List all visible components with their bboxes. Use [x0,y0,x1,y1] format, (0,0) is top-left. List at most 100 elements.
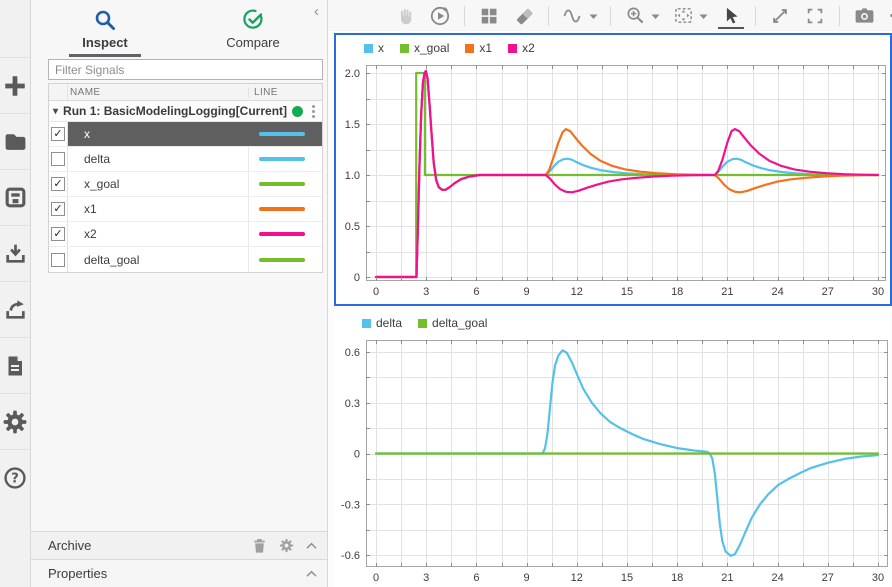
properties-collapse-button[interactable] [306,570,317,578]
signal-line-swatch [259,182,305,186]
snapshot-button[interactable] [851,3,877,29]
signal-table: NAME LINE ▾ Run 1: BasicModelingLogging[… [48,83,323,273]
legend-item[interactable]: x2 [508,41,535,55]
export-button[interactable] [0,281,30,337]
column-name: NAME [68,86,249,98]
help-button[interactable]: ? [0,449,30,505]
archive-settings-button[interactable] [279,538,294,553]
clear-subplot-button[interactable] [511,3,537,29]
layout-grid-icon [481,8,497,23]
x-tick-label: 30 [872,572,884,584]
tab-inspect-label: Inspect [82,34,128,50]
y-tick-label: -0.6 [341,550,360,562]
plot-settings-button[interactable] [886,3,892,29]
signal-checkbox[interactable] [49,247,68,272]
signal-line-cell[interactable] [249,172,322,196]
legend-item[interactable]: delta_goal [418,316,487,330]
fit-to-view-button[interactable] [670,3,696,29]
expand-button[interactable] [767,3,793,29]
filter-signals-input[interactable] [48,59,323,80]
signal-line-swatch [259,132,305,136]
tab-compare[interactable]: Compare [179,0,327,57]
signal-line-cell[interactable] [249,197,322,221]
caret-down-icon [589,14,598,19]
pointer-button[interactable] [718,3,744,29]
signal-line-cell[interactable] [249,247,322,272]
signal-row[interactable]: delta_goal [49,247,322,272]
y-tick-label: 0 [354,272,360,284]
collapse-sidebar-button[interactable]: ‹ [310,2,323,21]
x-tick-label: 15 [621,286,633,298]
legend-label: x1 [479,41,493,55]
y-tick-label: 1.0 [345,170,360,182]
signal-checkbox[interactable]: ✓ [49,222,68,246]
signal-row[interactable]: ✓ x1 [49,197,322,222]
signal-name: x2 [68,222,249,246]
legend-item[interactable]: delta [362,316,402,330]
run-menu-button[interactable] [307,104,319,118]
import-button[interactable] [0,225,30,281]
signals-menu-button[interactable] [560,3,586,29]
fit-menu-caret[interactable] [699,7,709,25]
signal-checkbox[interactable]: ✓ [49,172,68,196]
collapse-run-icon[interactable]: ▾ [53,106,58,117]
new-run-button[interactable] [0,57,30,113]
signal-name: delta_goal [68,247,249,272]
fullscreen-button[interactable] [802,3,828,29]
properties-section-header[interactable]: Properties [31,559,327,587]
subplot-1[interactable]: x x_goal x1 x2 0 3 6 9 12 15 18 21 24 27 30 0 0.5 1.0 1.5 2… [334,33,892,306]
legend-item[interactable]: x [364,41,384,55]
y-tick-label: 0.5 [345,221,360,233]
replay-button[interactable] [427,3,453,29]
legend-item[interactable]: x_goal [400,41,449,55]
signal-line-cell[interactable] [249,147,322,171]
eraser-icon [516,8,532,25]
signal-line-cell[interactable] [249,222,322,246]
chevron-up-icon [306,570,317,577]
x-tick-label: 27 [822,286,834,298]
archive-collapse-button[interactable] [306,542,317,550]
tab-inspect[interactable]: Inspect [31,0,179,57]
x-tick-label: 6 [473,286,479,298]
signal-row[interactable]: ✓ x_goal [49,172,322,197]
archive-delete-button[interactable] [252,538,267,554]
create-report-button[interactable] [0,337,30,393]
x-tick-label: 6 [473,572,479,584]
open-button[interactable] [0,113,30,169]
x-tick-label: 15 [621,572,633,584]
legend-swatch [364,43,373,53]
signal-row[interactable]: ✓ x2 [49,222,322,247]
signal-name: x [68,122,249,146]
y-tick-label: 0.3 [345,398,360,410]
x-tick-label: 21 [721,572,733,584]
signal-row[interactable]: delta [49,147,322,172]
caret-down-icon [651,14,660,19]
folder-icon [5,134,25,150]
run-row[interactable]: ▾ Run 1: BasicModelingLogging[Current] [49,101,322,122]
signal-row[interactable]: ✓ x [49,122,322,147]
signal-name: x_goal [68,172,249,196]
signal-wave-icon [563,8,581,23]
plot-canvas[interactable]: 0 3 6 9 12 15 18 21 24 27 30 0 0.5 1.0 1.5 2.0 [336,35,890,304]
signals-menu-caret[interactable] [589,7,599,25]
legend-label: delta_goal [432,316,488,330]
x-tick-label: 24 [771,572,783,584]
plot-canvas[interactable]: 0 3 6 9 12 15 18 21 24 27 30 -0.6 -0.3 0 0.3 0.6 [334,310,890,587]
legend-item[interactable]: x1 [465,41,492,55]
signal-checkbox[interactable]: ✓ [49,122,68,146]
archive-section-header[interactable]: Archive [31,531,327,559]
y-tick-label: -0.3 [341,499,360,511]
layout-button[interactable] [476,3,502,29]
y-tick-label: 1.5 [345,119,360,131]
preferences-button[interactable] [0,393,30,449]
signal-checkbox[interactable]: ✓ [49,197,68,221]
signal-checkbox[interactable] [49,147,68,171]
zoom-in-button[interactable] [622,3,648,29]
x-tick-label: 18 [671,572,683,584]
subplot-2[interactable]: delta delta_goal 0 3 6 9 12 15 18 21 24 27 30 -0.6 -0.… [334,310,890,587]
zoom-menu-caret[interactable] [651,7,661,25]
svg-text:?: ? [11,471,19,486]
save-button[interactable] [0,169,30,225]
legend-swatch [508,43,518,53]
signal-line-cell[interactable] [249,122,322,146]
